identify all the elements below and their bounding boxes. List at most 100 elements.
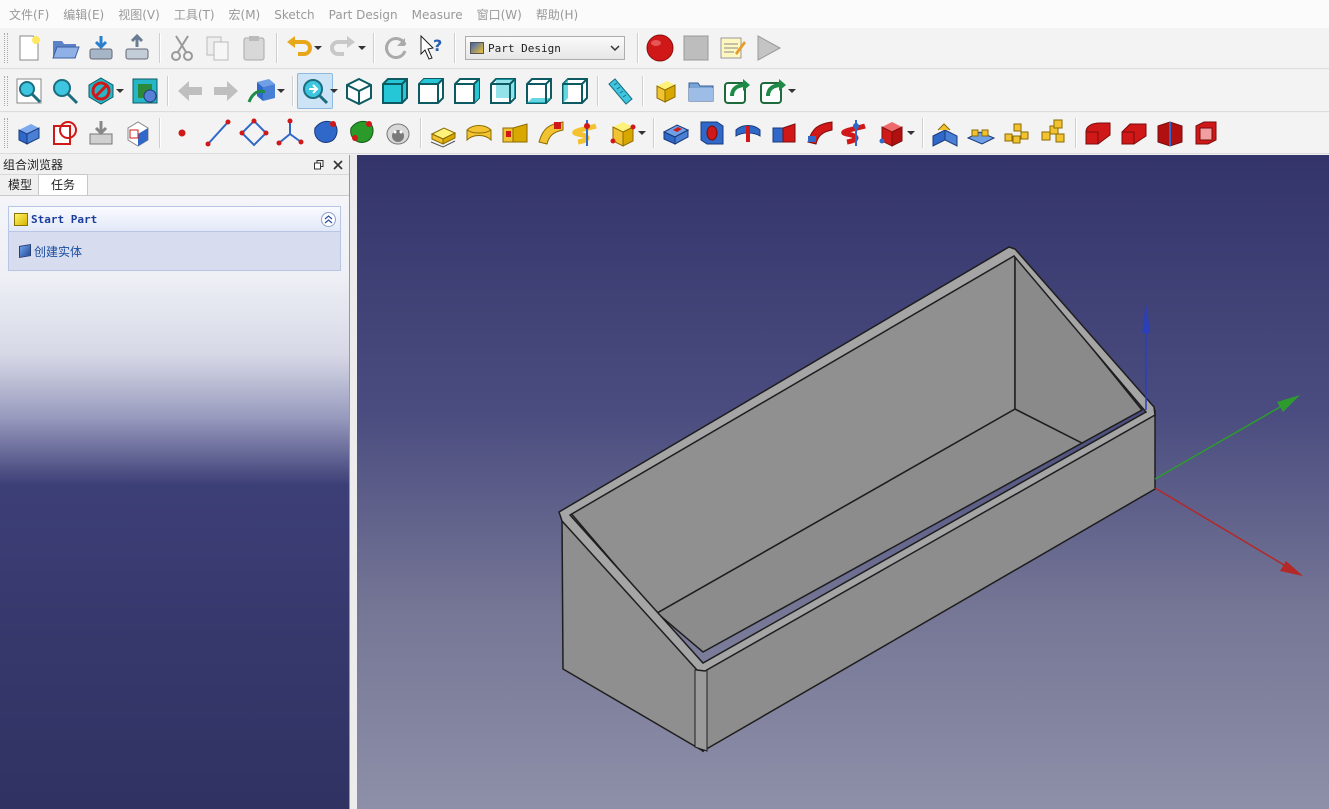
- view-left-button[interactable]: [557, 73, 593, 109]
- view-top-button[interactable]: [413, 73, 449, 109]
- std-views-button[interactable]: [244, 73, 280, 109]
- polar-pattern-button[interactable]: [999, 115, 1035, 151]
- paste-button[interactable]: [236, 30, 272, 66]
- view-right-button[interactable]: [449, 73, 485, 109]
- pocket-button[interactable]: [658, 115, 694, 151]
- datum-plane-button[interactable]: [236, 115, 272, 151]
- additive-helix-button[interactable]: [569, 115, 605, 151]
- link-actions-dropdown[interactable]: [787, 73, 797, 109]
- fillet-button[interactable]: [1080, 115, 1116, 151]
- fit-all-button[interactable]: [11, 73, 47, 109]
- subtractive-pipe-button[interactable]: [802, 115, 838, 151]
- macro-run-button[interactable]: [750, 30, 786, 66]
- draft-button[interactable]: [1152, 115, 1188, 151]
- additive-primitive-dropdown[interactable]: [637, 115, 647, 151]
- create-part-button[interactable]: [647, 73, 683, 109]
- panel-splitter[interactable]: [350, 155, 357, 809]
- subtractive-helix-button[interactable]: [838, 115, 874, 151]
- menu-window[interactable]: 窗口(W): [470, 0, 529, 28]
- bounding-box-button[interactable]: [127, 73, 163, 109]
- copy-button[interactable]: [200, 30, 236, 66]
- subshape-binder-button[interactable]: [344, 115, 380, 151]
- draw-style-dropdown[interactable]: [115, 73, 125, 109]
- draw-style-button[interactable]: [83, 73, 119, 109]
- redo-dropdown[interactable]: [357, 30, 367, 66]
- refresh-button[interactable]: [378, 30, 414, 66]
- pad-button[interactable]: [425, 115, 461, 151]
- measure-distance-button[interactable]: [602, 73, 638, 109]
- back-view-button[interactable]: [172, 73, 208, 109]
- linear-pattern-button[interactable]: [963, 115, 999, 151]
- menu-measure[interactable]: Measure: [405, 0, 470, 28]
- close-panel-button[interactable]: [330, 157, 346, 173]
- std-views-dropdown[interactable]: [276, 73, 286, 109]
- mirrored-button[interactable]: [927, 115, 963, 151]
- menu-sketch[interactable]: Sketch: [267, 0, 321, 28]
- fit-selection-button[interactable]: [47, 73, 83, 109]
- tab-tasks[interactable]: 任务: [38, 174, 89, 195]
- forward-view-button[interactable]: [208, 73, 244, 109]
- groove-button[interactable]: [730, 115, 766, 151]
- cut-button[interactable]: [164, 30, 200, 66]
- menu-edit[interactable]: 编辑(E): [56, 0, 111, 28]
- undo-dropdown[interactable]: [313, 30, 323, 66]
- macro-edit-button[interactable]: [714, 30, 750, 66]
- macro-record-button[interactable]: [642, 30, 678, 66]
- link-actions-button[interactable]: [755, 73, 791, 109]
- macro-edit-icon: [720, 37, 746, 59]
- multi-transform-button[interactable]: [1035, 115, 1071, 151]
- attach-sketch-button[interactable]: [119, 115, 155, 151]
- hole-button[interactable]: [694, 115, 730, 151]
- create-group-button[interactable]: [683, 73, 719, 109]
- open-button[interactable]: [47, 30, 83, 66]
- collapse-button[interactable]: [321, 211, 336, 227]
- menu-part-design[interactable]: Part Design: [322, 0, 405, 28]
- additive-pipe-button[interactable]: [533, 115, 569, 151]
- thickness-button[interactable]: [1188, 115, 1224, 151]
- menu-macro[interactable]: 宏(M): [222, 0, 268, 28]
- undo-button[interactable]: [281, 30, 317, 66]
- validate-sketch-button[interactable]: [83, 115, 119, 151]
- toolbar-grip[interactable]: [4, 75, 8, 106]
- subtractive-loft-icon: [772, 123, 796, 143]
- menu-tools[interactable]: 工具(T): [167, 0, 222, 28]
- save-button[interactable]: [83, 30, 119, 66]
- view-rear-button[interactable]: [485, 73, 521, 109]
- workbench-selector[interactable]: Part Design: [465, 36, 625, 60]
- menu-view[interactable]: 视图(V): [111, 0, 167, 28]
- additive-loft-button[interactable]: [497, 115, 533, 151]
- datum-point-button[interactable]: [164, 115, 200, 151]
- tab-model[interactable]: 模型: [2, 175, 38, 195]
- macro-stop-button[interactable]: [678, 30, 714, 66]
- 3d-viewport[interactable]: [357, 155, 1329, 809]
- additive-primitive-button[interactable]: [605, 115, 641, 151]
- subtractive-primitive-dropdown[interactable]: [906, 115, 916, 151]
- panel-tabs: 模型 任务: [0, 174, 349, 196]
- create-body-action[interactable]: 创建实体: [9, 232, 340, 270]
- local-coordinate-system-button[interactable]: [272, 115, 308, 151]
- undock-button[interactable]: [311, 157, 327, 173]
- subtractive-primitive-button[interactable]: [874, 115, 910, 151]
- toolbar-grip[interactable]: [4, 33, 8, 63]
- save-as-button[interactable]: [119, 30, 155, 66]
- whats-this-button[interactable]: ?: [414, 30, 450, 66]
- view-fit-dropdown[interactable]: [329, 73, 339, 109]
- redo-button[interactable]: [325, 30, 361, 66]
- create-sketch-button[interactable]: [47, 115, 83, 151]
- revolution-button[interactable]: [461, 115, 497, 151]
- menu-file[interactable]: 文件(F): [2, 0, 56, 28]
- shape-binder-button[interactable]: [308, 115, 344, 151]
- create-body-button[interactable]: [11, 115, 47, 151]
- clone-button[interactable]: [380, 115, 416, 151]
- new-button[interactable]: [11, 30, 47, 66]
- menu-help[interactable]: 帮助(H): [529, 0, 585, 28]
- view-bottom-button[interactable]: [521, 73, 557, 109]
- view-front-button[interactable]: [377, 73, 413, 109]
- create-link-button[interactable]: [719, 73, 755, 109]
- chamfer-button[interactable]: [1116, 115, 1152, 151]
- view-fit-toggle-button[interactable]: [297, 72, 333, 109]
- subtractive-loft-button[interactable]: [766, 115, 802, 151]
- toolbar-grip[interactable]: [4, 118, 8, 148]
- datum-line-button[interactable]: [200, 115, 236, 151]
- view-isometric-button[interactable]: [341, 73, 377, 109]
